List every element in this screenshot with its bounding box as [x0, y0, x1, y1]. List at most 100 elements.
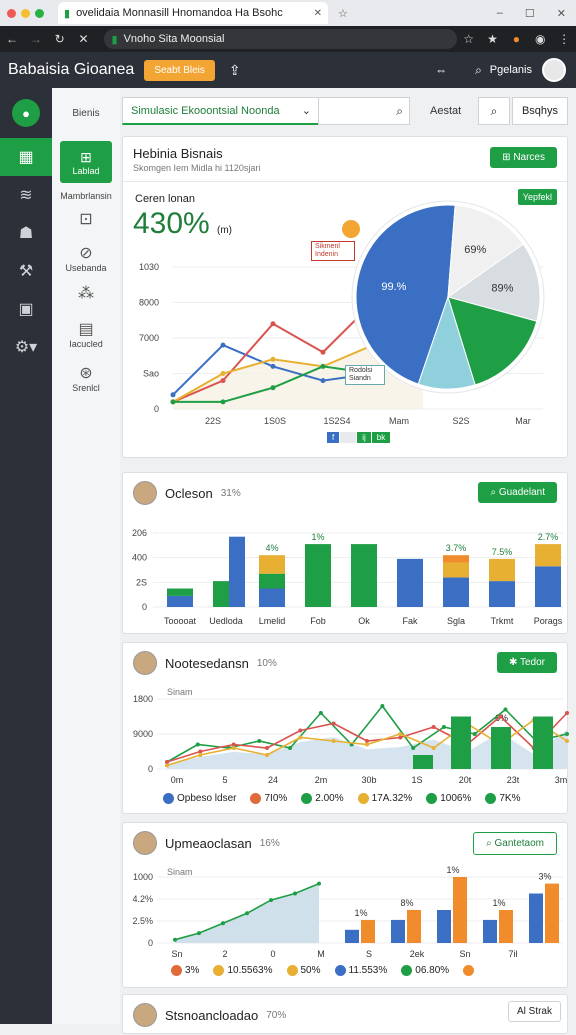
toolbar-search-button[interactable]: ⌕ — [478, 97, 510, 125]
data-point — [565, 739, 569, 743]
legend-item[interactable]: 06.80% — [401, 965, 449, 976]
legend-item[interactable]: 7K% — [485, 793, 521, 804]
bar — [351, 544, 377, 607]
maximize-window-button[interactable] — [35, 8, 44, 18]
legend-item[interactable]: 11.553% — [334, 965, 387, 976]
close-tab-icon[interactable]: ✕ — [314, 8, 322, 19]
bottom-card-button[interactable]: Al Strak — [507, 1001, 561, 1022]
legend-dot — [301, 793, 313, 804]
legend-dot — [171, 965, 182, 976]
legend-item[interactable]: 10.5563% — [213, 965, 273, 976]
nav-item-srenlcl[interactable]: ⊛ Srenlcl — [52, 363, 120, 393]
main-chart-card: Hebinia Bisnais Skomgen Iem Midla hi 112… — [122, 136, 568, 458]
bar — [545, 883, 559, 943]
nav-column: Bienis ⊞ Lablad Mambrlansin ⊡ ⊘ Usebanda… — [52, 88, 120, 1024]
nav-item-iacucled[interactable]: ▤ Iacucled — [52, 319, 120, 349]
close-icon[interactable]: ✕ — [557, 7, 566, 20]
bookmark-icon[interactable]: ☆ — [457, 32, 481, 46]
y-tick-label: 8000 — [139, 298, 159, 308]
site-icon: ▮ — [111, 33, 118, 46]
star-icon[interactable]: ★ — [481, 32, 505, 46]
bar-card-button[interactable]: ⌕ Guadelant — [478, 482, 557, 503]
bar — [489, 558, 515, 582]
bar — [413, 755, 433, 769]
brand-button[interactable]: Seabt Bleis — [144, 59, 215, 81]
search-icon[interactable]: ⌕ — [475, 63, 482, 78]
bar — [443, 577, 469, 607]
data-point — [317, 881, 321, 886]
url-field[interactable]: ▮ Vnoho Sita Moonsial — [103, 29, 457, 49]
search-box[interactable]: ⌕ — [318, 97, 410, 125]
x-tick-label: Sgla — [447, 616, 465, 626]
tool-icon[interactable]: ⚒ — [0, 252, 52, 290]
new-tab-icon[interactable]: ☆ — [338, 7, 348, 20]
legend-tag[interactable]: ij — [357, 432, 371, 443]
bar — [443, 555, 469, 563]
nav-item-mambrlansin[interactable]: Mambrlansin ⊡ — [52, 191, 120, 229]
scenario-select[interactable]: Simulasic Ekooontsial Noonda ⌄ — [122, 97, 320, 125]
settings-icon[interactable]: ⚙▾ — [0, 328, 52, 366]
bar — [229, 536, 245, 607]
nav-item-usebanda[interactable]: ⊘ Usebanda — [52, 243, 120, 273]
y-tick-label: 0 — [148, 764, 153, 774]
stop-icon[interactable]: ✕ — [72, 32, 96, 46]
legend-tag[interactable] — [340, 432, 357, 443]
toolbar-button[interactable]: Bsqhys — [512, 97, 568, 125]
legend-item[interactable]: 17A.32% — [357, 793, 412, 804]
nav-item-label: Usebanda — [65, 263, 107, 273]
data-point — [503, 707, 508, 712]
legend-dot — [213, 965, 225, 976]
user-name[interactable]: Pgelanis — [490, 64, 532, 76]
money-icon[interactable]: ☗ — [0, 214, 52, 252]
legend-tag[interactable]: f — [327, 432, 340, 443]
user-icon[interactable]: ● — [0, 88, 52, 138]
x-tick-label: 30b — [361, 775, 376, 785]
legend-dot — [286, 965, 298, 976]
tag-icon: ⊡ — [79, 211, 93, 228]
x-tick-label: S — [366, 949, 372, 959]
legend-dot — [250, 793, 262, 804]
legend-item[interactable]: 2.00% — [301, 793, 344, 804]
tab-list-icon[interactable]: – — [497, 7, 503, 19]
back-icon[interactable]: ← — [0, 32, 24, 46]
area-card-button[interactable]: ✱ Tedor — [497, 652, 557, 673]
chart-icon[interactable]: ≋ — [0, 176, 52, 214]
extension-icon[interactable]: ● — [504, 32, 528, 46]
nav-item-group[interactable]: ⁂ — [52, 283, 120, 303]
legend-item[interactable]: 50% — [286, 965, 321, 976]
menu-icon[interactable]: ⋮ — [552, 32, 576, 46]
close-window-button[interactable] — [7, 8, 16, 18]
legend-tag[interactable]: bk — [371, 432, 391, 443]
bar — [259, 588, 285, 607]
user-avatar[interactable] — [542, 58, 566, 82]
restore-icon[interactable]: ☐ — [525, 7, 535, 20]
legend-item[interactable]: 1006% — [426, 793, 471, 804]
profile-avatar[interactable]: ◉ — [528, 32, 552, 46]
pie-label: 99.% — [381, 281, 406, 293]
data-point — [380, 704, 385, 708]
share-icon[interactable]: ⇪ — [229, 62, 241, 79]
data-point — [270, 321, 276, 327]
x-tick-label: 5 — [222, 775, 227, 785]
forward-icon[interactable]: → — [24, 32, 48, 46]
nav-item-lablad[interactable]: ⊞ Lablad — [60, 141, 112, 183]
y-tick-label: 7000 — [139, 333, 159, 343]
data-point — [165, 760, 169, 764]
x-tick-label: Sn — [459, 949, 470, 959]
legend-item[interactable] — [463, 965, 477, 976]
combo-card-button[interactable]: ⌕ Gantetaom — [473, 832, 557, 855]
url-text: Vnoho Sita Moonsial — [123, 33, 225, 45]
legend-item[interactable]: 3% — [171, 965, 199, 976]
calendar-icon[interactable]: ▣ — [0, 290, 52, 328]
legend-item[interactable]: Opbeso ldser — [163, 793, 236, 804]
browser-tab[interactable]: ▮ ovelidaia Monnasill Hnomandoa Ha Bsohc… — [58, 2, 328, 24]
expand-icon[interactable]: ⇔ — [435, 63, 447, 77]
legend-item[interactable]: 7I0% — [250, 793, 287, 804]
reload-icon[interactable]: ↻ — [48, 32, 72, 46]
data-point — [293, 891, 297, 896]
data-point — [431, 725, 436, 729]
callout-2: Rodolsi Siandn — [345, 365, 385, 385]
minimize-window-button[interactable] — [21, 8, 30, 18]
dashboard-icon[interactable]: ▦ — [0, 138, 52, 176]
data-point — [270, 356, 276, 362]
